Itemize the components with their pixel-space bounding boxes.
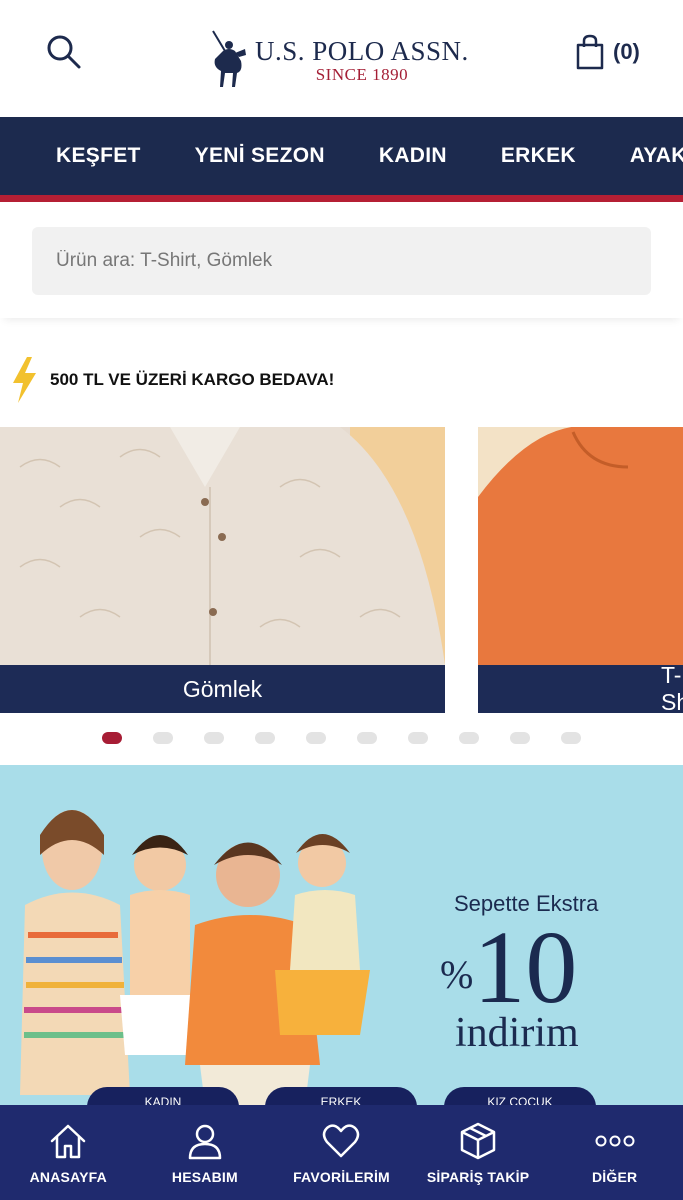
shirt-product-image <box>0 427 445 665</box>
carousel-dot[interactable] <box>510 732 530 744</box>
tab-label: ANASAYFA <box>29 1169 107 1185</box>
nav-item-kadin[interactable]: KADIN <box>379 144 447 168</box>
shopping-bag-icon <box>576 34 604 70</box>
nav-item-yeni-sezon[interactable]: YENİ SEZON <box>195 144 325 168</box>
carousel-dot[interactable] <box>459 732 479 744</box>
brand-since: SINCE 1890 <box>315 65 409 84</box>
search-icon[interactable] <box>44 32 84 72</box>
tab-anasayfa[interactable]: ANASAYFA <box>0 1105 137 1200</box>
more-icon <box>593 1119 637 1163</box>
brand-name: U.S. POLO ASSN. <box>255 36 469 66</box>
carousel-dot[interactable] <box>306 732 326 744</box>
lightning-bolt-icon <box>13 357 36 403</box>
nav-item-kesfet[interactable]: KEŞFET <box>56 144 141 168</box>
shipping-promo: 500 TL VE ÜZERİ KARGO BEDAVA! <box>10 356 334 404</box>
carousel-dot[interactable] <box>408 732 428 744</box>
carousel-pagination <box>102 732 612 744</box>
carousel-dot[interactable] <box>255 732 275 744</box>
banner-pill-kiz-cocuk[interactable]: KIZ ÇOCUK <box>444 1087 596 1105</box>
carousel-card-tshirt[interactable]: T-Shirt <box>478 427 683 713</box>
bottom-tab-bar: ANASAYFA HESABIM FAVORİLERİM SİPARİŞ TAK… <box>0 1105 683 1200</box>
tab-siparis-takip[interactable]: SİPARİŞ TAKİP <box>410 1105 547 1200</box>
nav-item-ayakkabi[interactable]: AYAKKABI <box>630 144 683 168</box>
tab-favorilerim[interactable]: FAVORİLERİM <box>273 1105 410 1200</box>
carousel-card-label: T-Shirt <box>478 662 683 713</box>
search-input[interactable] <box>32 227 651 295</box>
user-icon <box>183 1119 227 1163</box>
cart-button[interactable]: (0) <box>575 32 640 72</box>
family-photo <box>20 810 370 1105</box>
home-icon <box>46 1119 90 1163</box>
search-section <box>0 202 683 318</box>
tab-hesabim[interactable]: HESABIM <box>137 1105 274 1200</box>
tshirt-product-image <box>478 427 683 665</box>
category-nav: KEŞFET YENİ SEZON KADIN ERKEK AYAKKABI <box>0 117 683 195</box>
tab-label: DİĞER <box>592 1169 638 1185</box>
banner-pill-kadin[interactable]: KADIN <box>87 1087 239 1105</box>
carousel-dot[interactable] <box>204 732 224 744</box>
polo-horse-logo-icon <box>212 30 246 87</box>
carousel-dot[interactable] <box>153 732 173 744</box>
heart-icon <box>319 1119 363 1163</box>
carousel-dot[interactable] <box>102 732 122 744</box>
carousel-dot[interactable] <box>357 732 377 744</box>
banner-line-indirim: indirim <box>455 1010 579 1056</box>
shipping-promo-text: 500 TL VE ÜZERİ KARGO BEDAVA! <box>50 370 335 389</box>
cart-count: (0) <box>613 39 640 64</box>
tab-diger[interactable]: DİĞER <box>546 1105 683 1200</box>
app-header: U.S. POLO ASSN. SINCE 1890 (0) <box>0 0 683 117</box>
carousel-card-gomlek[interactable]: Gömlek <box>0 427 445 713</box>
banner-discount-number: 10 <box>473 910 578 1025</box>
category-carousel[interactable]: Gömlek T-Shirt <box>0 427 683 713</box>
discount-banner[interactable]: Sepette Ekstra % 10 indirim KADIN ERKEK … <box>0 765 683 1105</box>
nav-accent-bar <box>0 195 683 202</box>
carousel-dot[interactable] <box>561 732 581 744</box>
tab-label: FAVORİLERİM <box>293 1169 390 1185</box>
banner-pill-erkek[interactable]: ERKEK <box>265 1087 417 1105</box>
carousel-card-label: Gömlek <box>0 665 445 713</box>
nav-item-erkek[interactable]: ERKEK <box>501 144 576 168</box>
package-icon <box>456 1119 500 1163</box>
banner-percent-sign: % <box>440 952 474 997</box>
brand-logo[interactable]: U.S. POLO ASSN. SINCE 1890 <box>205 24 485 96</box>
tab-label: HESABIM <box>171 1169 238 1185</box>
tab-label: SİPARİŞ TAKİP <box>426 1169 530 1185</box>
